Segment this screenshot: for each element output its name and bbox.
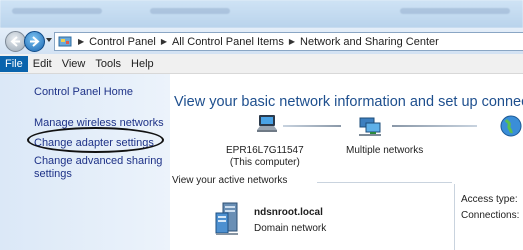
back-button[interactable] xyxy=(5,31,26,52)
title-bar-blurred-area xyxy=(150,8,230,14)
sidebar: Control Panel Home Manage wireless netwo… xyxy=(0,74,170,250)
computer-name: EPR16L7G11547 xyxy=(226,145,304,156)
address-bar: ▶ Control Panel ▶ All Control Panel Item… xyxy=(0,28,523,54)
title-bar-blurred-area xyxy=(400,8,510,14)
breadcrumb-arrow[interactable]: ▶ xyxy=(159,37,169,46)
recent-pages-dropdown[interactable] xyxy=(46,38,52,42)
title-bar xyxy=(0,0,523,28)
breadcrumb-network-center[interactable]: Network and Sharing Center xyxy=(297,36,442,48)
active-networks-label: View your active networks xyxy=(172,175,288,186)
breadcrumb-all-items[interactable]: All Control Panel Items xyxy=(169,36,287,48)
address-path[interactable]: ▶ Control Panel ▶ All Control Panel Item… xyxy=(54,32,523,51)
network-type[interactable]: Domain network xyxy=(254,223,326,234)
menu-help[interactable]: Help xyxy=(126,56,159,72)
details-divider xyxy=(454,184,455,250)
menu-bar: File Edit View Tools Help xyxy=(0,54,523,74)
access-type-label: Access type: xyxy=(461,194,518,205)
change-advanced-sharing-link[interactable]: Change advanced sharing xyxy=(34,155,162,168)
menu-tools[interactable]: Tools xyxy=(90,56,126,72)
menu-edit[interactable]: Edit xyxy=(28,56,57,72)
section-divider xyxy=(317,182,452,183)
menu-file[interactable]: File xyxy=(0,55,28,72)
network-name[interactable]: ndsnroot.local xyxy=(254,207,323,218)
breadcrumb-arrow[interactable]: ▶ xyxy=(76,37,86,46)
network-map-connector xyxy=(392,125,477,127)
network-node-label: Multiple networks xyxy=(346,145,424,156)
computer-icon xyxy=(257,115,277,132)
menu-view[interactable]: View xyxy=(57,56,91,72)
change-advanced-sharing-link-line2[interactable]: settings xyxy=(34,168,72,181)
breadcrumb-arrow[interactable]: ▶ xyxy=(287,37,297,46)
main-content: View your basic network information and … xyxy=(170,74,523,250)
title-bar-blurred-area xyxy=(12,8,102,14)
connections-label: Connections: xyxy=(461,210,520,221)
forward-icon xyxy=(30,36,40,47)
globe-icon xyxy=(500,115,522,137)
highlight-circle xyxy=(27,127,164,153)
computer-node-label: EPR16L7G11547 (This computer) xyxy=(226,145,304,169)
breadcrumb-control-panel[interactable]: Control Panel xyxy=(86,36,159,48)
back-icon xyxy=(10,36,20,47)
network-icon xyxy=(359,117,381,136)
network-map-connector xyxy=(283,125,341,127)
page-heading: View your basic network information and … xyxy=(174,94,523,110)
computer-sublabel: (This computer) xyxy=(229,157,300,168)
control-panel-icon xyxy=(58,36,72,46)
server-icon xyxy=(215,202,238,235)
forward-button[interactable] xyxy=(24,31,45,52)
control-panel-home-link[interactable]: Control Panel Home xyxy=(34,86,133,98)
